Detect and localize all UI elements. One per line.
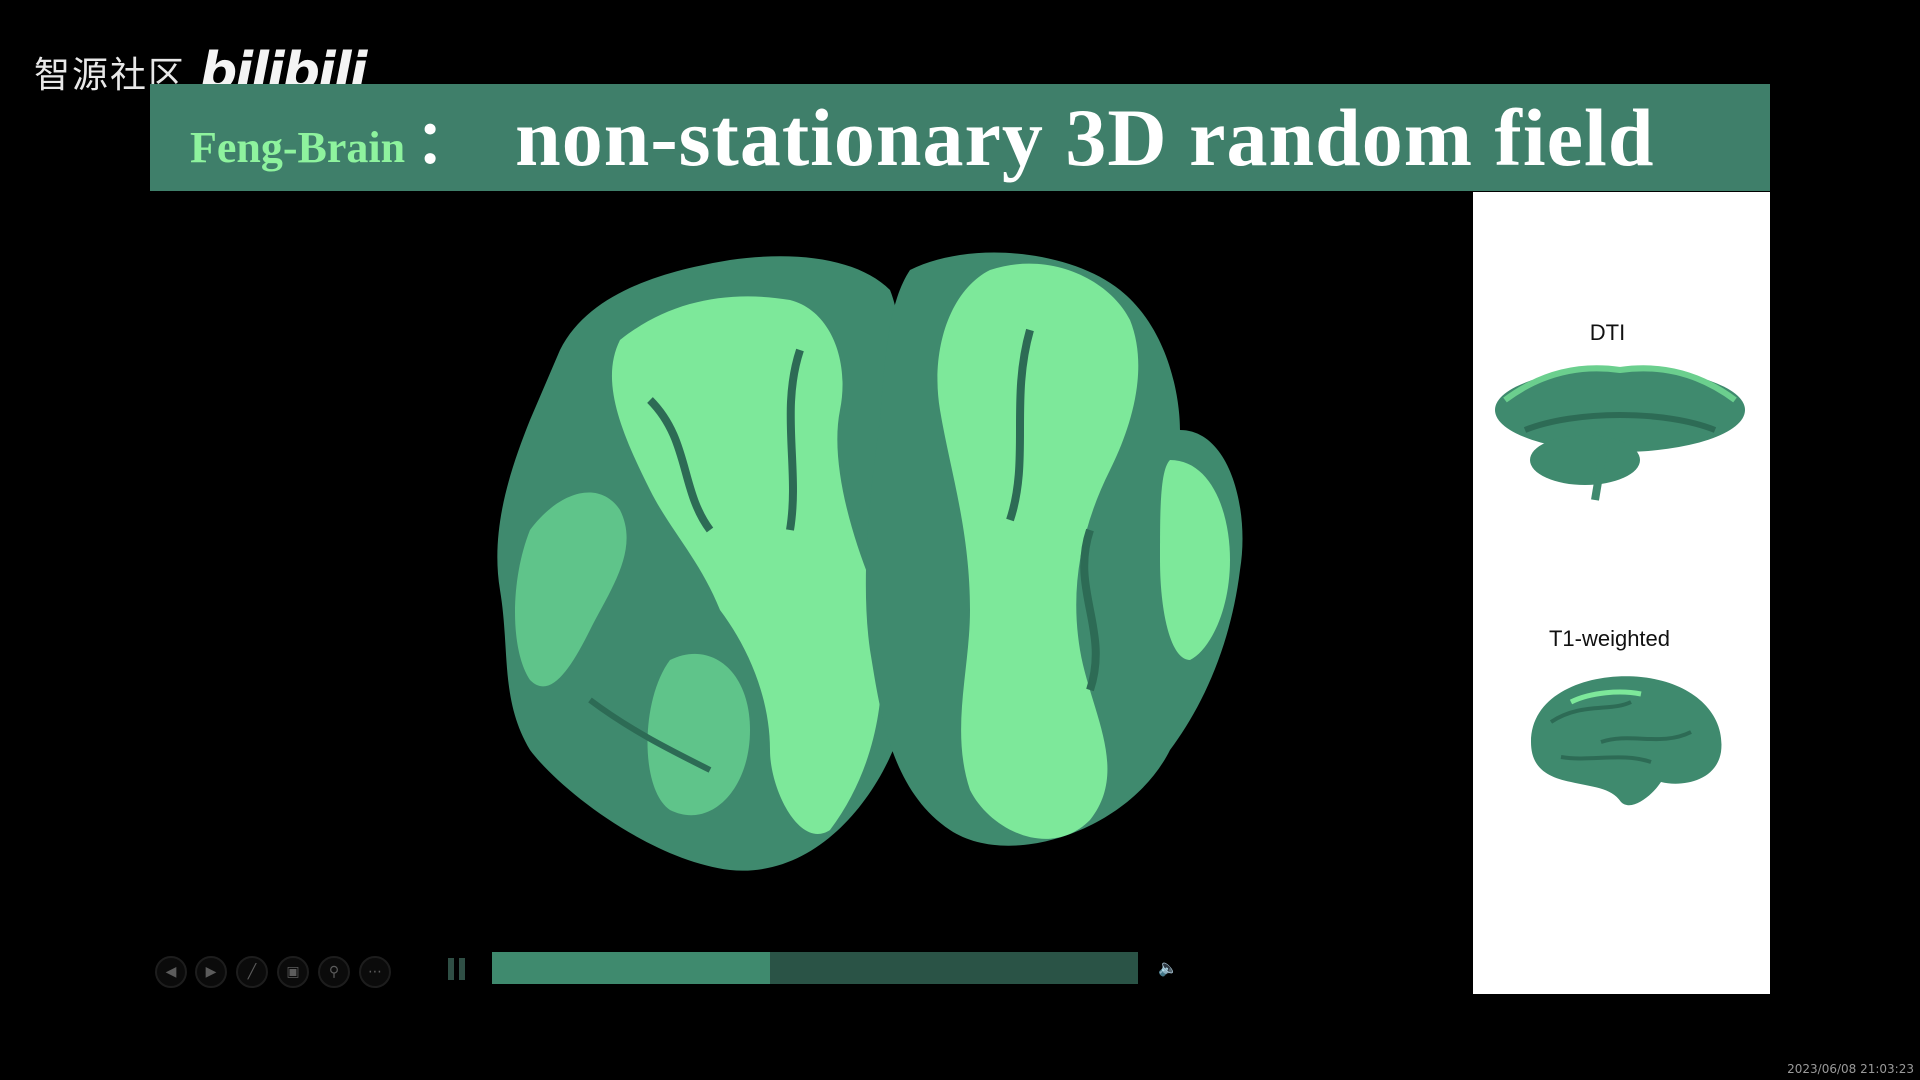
next-icon[interactable]: ▶ — [195, 956, 227, 988]
slide-playback-controls: ◀ ▶ ╱ ▣ ⚲ ⋯ 🔈 — [0, 950, 1920, 1000]
video-progress-fill — [492, 952, 770, 984]
pause-bar-left — [447, 958, 454, 980]
brain-3d-image — [497, 252, 1243, 871]
pause-button[interactable] — [443, 954, 469, 984]
more-icon[interactable]: ⋯ — [359, 956, 391, 988]
slides-icon[interactable]: ▣ — [277, 956, 309, 988]
slide-title-bar: Feng-Brain ： non-stationary 3D random fi… — [150, 84, 1770, 191]
page-title: non-stationary 3D random field — [515, 91, 1655, 183]
recording-timestamp: 2023/06/08 21:03:23 — [1787, 1062, 1914, 1076]
t1-label: T1-weighted — [1548, 626, 1671, 651]
t1-brain-image — [1531, 676, 1722, 806]
zoom-icon[interactable]: ⚲ — [318, 956, 350, 988]
pause-bar-right — [458, 958, 465, 980]
title-colon: ： — [415, 110, 476, 176]
dti-label: DTI — [1589, 320, 1626, 345]
pen-icon[interactable]: ╱ — [236, 956, 268, 988]
dti-tractography-image — [1495, 365, 1745, 501]
modality-panel: DTI T1-weighted — [1473, 192, 1770, 994]
previous-icon[interactable]: ◀ — [155, 956, 187, 988]
video-progress-bar[interactable] — [492, 952, 1138, 984]
brain-render-view — [470, 230, 1340, 910]
volume-icon[interactable]: 🔈 — [1158, 958, 1178, 978]
title-prefix: Feng-Brain — [190, 123, 406, 172]
